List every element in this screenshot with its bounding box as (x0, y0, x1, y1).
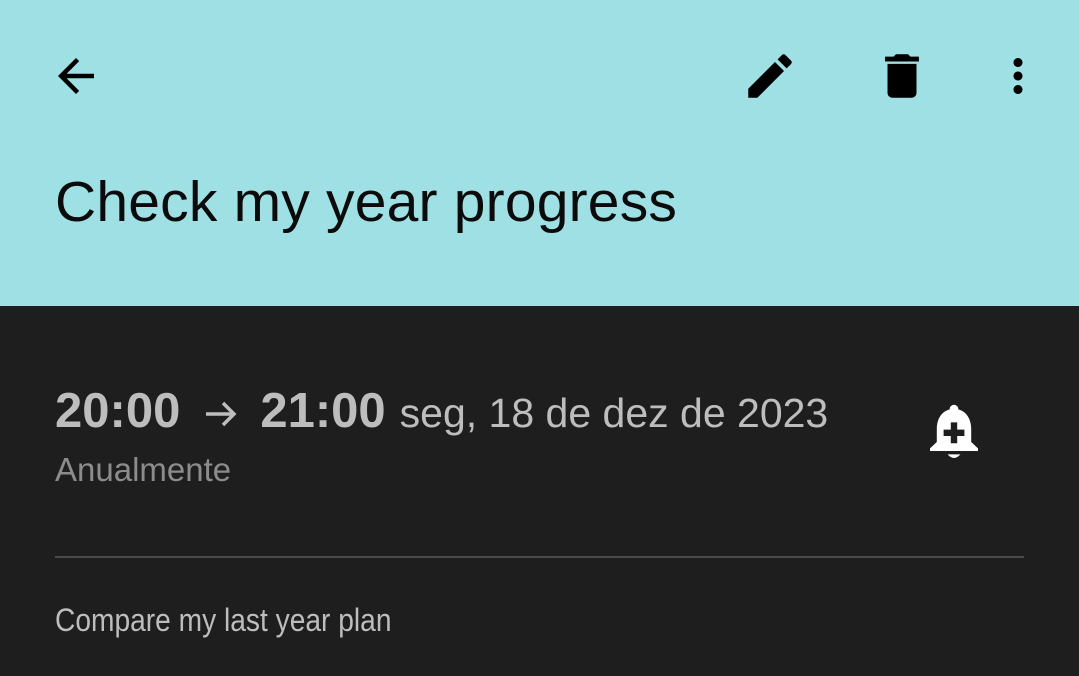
add-reminder-button[interactable] (918, 396, 990, 468)
divider (55, 556, 1024, 558)
event-title: Check my year progress (55, 170, 678, 234)
trash-icon (885, 54, 919, 98)
event-time-row: 20:00 21:00 seg, 18 de dez de 2023 (55, 376, 828, 446)
event-date: seg, 18 de dez de 2023 (399, 390, 829, 436)
pencil-icon (748, 54, 792, 98)
arrow-back-icon (58, 58, 94, 94)
delete-button[interactable] (866, 40, 938, 112)
edit-button[interactable] (734, 40, 806, 112)
start-time: 20:00 (55, 384, 181, 438)
event-description: Compare my last year plan (55, 602, 392, 638)
event-header: Check my year progress (0, 0, 1079, 306)
arrow-right-icon (206, 401, 237, 427)
back-button[interactable] (40, 40, 112, 112)
more-vert-icon (1013, 58, 1023, 94)
recurrence-label: Anualmente (55, 451, 232, 488)
more-options-button[interactable] (982, 40, 1054, 112)
end-time: 21:00 (260, 384, 386, 438)
bell-plus-icon (930, 404, 978, 458)
